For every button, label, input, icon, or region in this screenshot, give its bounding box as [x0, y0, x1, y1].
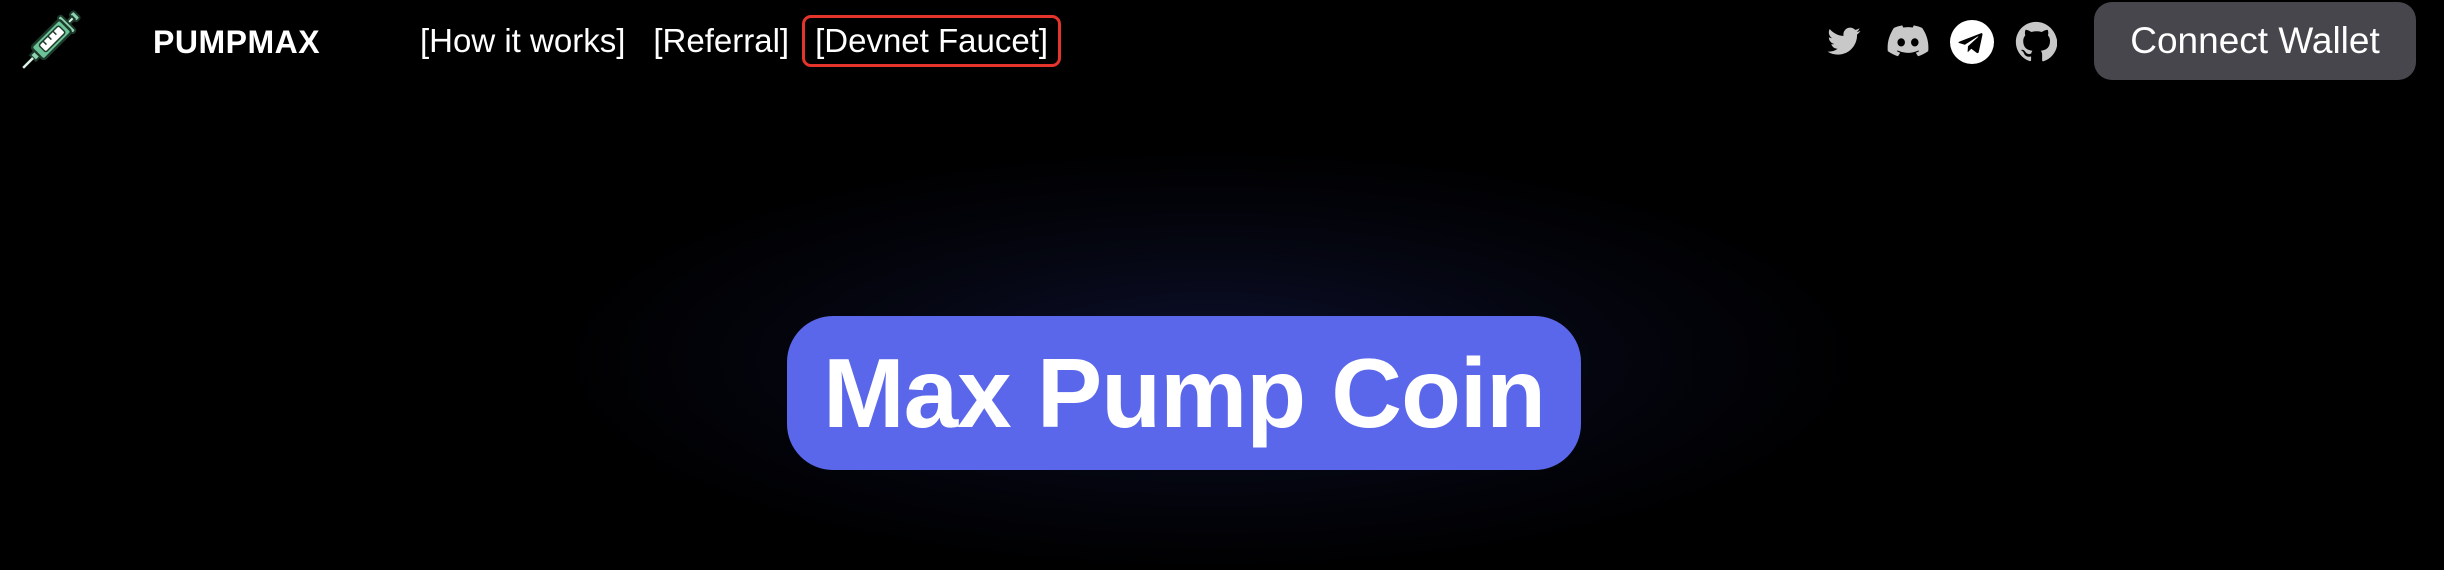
nav-link-referral[interactable]: [Referral] [653, 21, 789, 61]
github-icon[interactable] [2014, 20, 2058, 64]
top-navbar: PUMPMAX [How it works] [Referral] [Devne… [0, 0, 2444, 84]
hero-title: Max Pump Coin [822, 338, 1546, 448]
telegram-icon[interactable] [1950, 20, 1994, 64]
syringe-icon[interactable] [12, 2, 88, 80]
social-links [1822, 20, 2058, 64]
twitter-icon[interactable] [1822, 20, 1866, 64]
brand-name[interactable]: PUMPMAX [153, 22, 320, 62]
nav-link-devnet-faucet[interactable]: [Devnet Faucet] [802, 15, 1062, 67]
hero-banner: Max Pump Coin [787, 316, 1581, 470]
nav-links: [How it works] [Referral] [Devnet Faucet… [420, 15, 1062, 67]
nav-link-how-it-works[interactable]: [How it works] [420, 21, 625, 61]
discord-icon[interactable] [1886, 20, 1930, 64]
connect-wallet-button[interactable]: Connect Wallet [2094, 2, 2416, 80]
